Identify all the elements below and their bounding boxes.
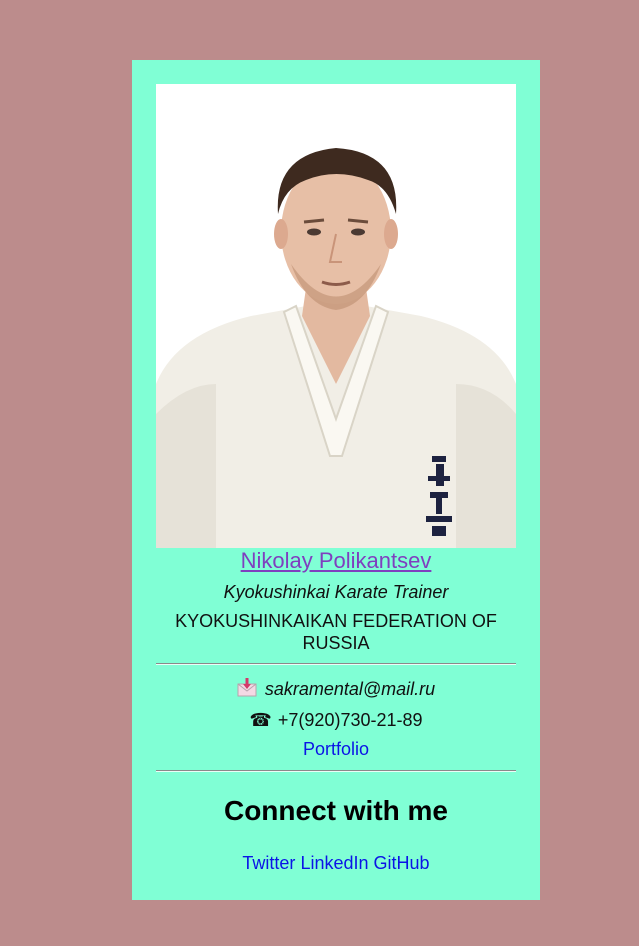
divider [156, 663, 516, 665]
twitter-link[interactable]: Twitter [242, 853, 295, 873]
envelope-download-icon [237, 678, 257, 698]
github-link[interactable]: GitHub [374, 853, 430, 873]
email-row: sakramental@mail.ru [132, 678, 540, 700]
linkedin-link[interactable]: LinkedIn [300, 853, 368, 873]
divider [156, 770, 516, 772]
profile-role: Kyokushinkai Karate Trainer [223, 582, 449, 602]
portfolio-link[interactable]: Portfolio [132, 739, 540, 760]
telephone-icon: ☎ [249, 710, 272, 730]
phone-number[interactable]: +7(920)730-21-89 [278, 710, 423, 730]
connect-heading: Connect with me [223, 795, 448, 826]
profile-organization: KYOKUSHINKAIKAN FEDERATION OF RUSSIA [175, 611, 497, 653]
email-address[interactable]: sakramental@mail.ru [265, 679, 435, 699]
social-links: Twitter LinkedIn GitHub [132, 853, 540, 874]
profile-name-link[interactable]: Nikolay Polikantsev [132, 548, 540, 574]
phone-row: ☎ +7(920)730-21-89 [132, 710, 540, 731]
profile-photo [156, 84, 516, 548]
profile-card: Nikolay Polikantsev Kyokushinkai Karate … [132, 60, 540, 900]
